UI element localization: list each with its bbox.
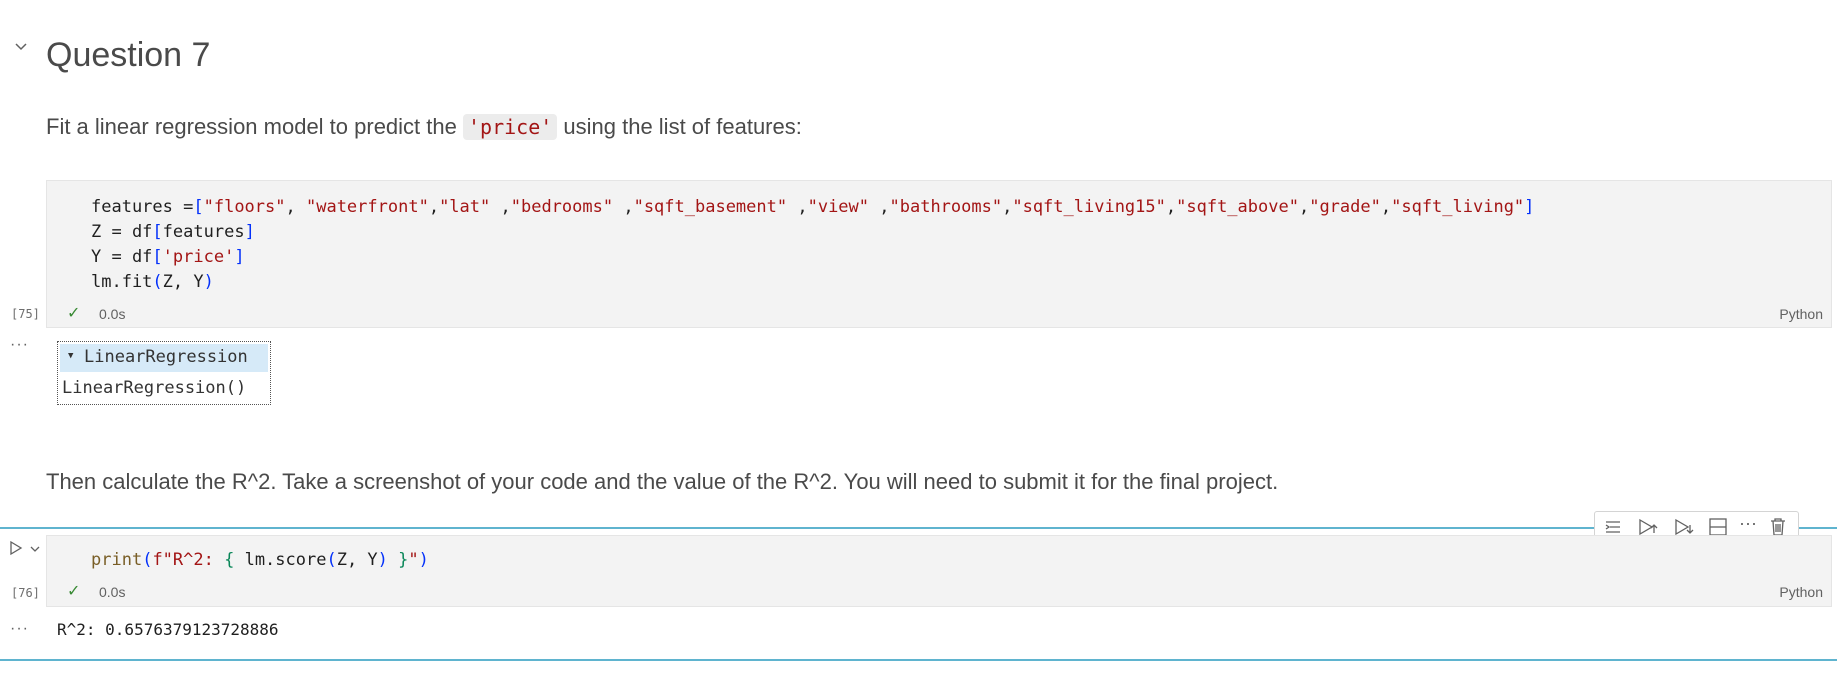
expand-triangle-icon: ▼ xyxy=(68,351,74,361)
check-icon: ✓ xyxy=(67,583,81,600)
run-cell-icon[interactable] xyxy=(8,540,24,556)
output-more-icon[interactable]: ··· xyxy=(10,336,29,354)
cell-focus-border-bottom xyxy=(0,659,1837,661)
code-cell-2[interactable]: print(f"R^2: { lm.score(Z, Y) }") ✓ 0.0s… xyxy=(46,535,1832,607)
section-heading: Question 7 xyxy=(46,36,211,74)
estimator-widget-header[interactable]: ▼ LinearRegression xyxy=(60,344,268,372)
intro-text-before: Fit a linear regression model to predict… xyxy=(46,114,463,139)
more-actions-icon[interactable]: ··· xyxy=(1735,513,1761,537)
estimator-widget[interactable]: ▼ LinearRegression LinearRegression() xyxy=(57,341,271,405)
cell-output-text: R^2: 0.6576379123728886 xyxy=(57,620,279,639)
code-cell-1[interactable]: features =["floors", "waterfront","lat" … xyxy=(46,180,1832,328)
cell-duration: 0.0s xyxy=(99,584,126,600)
estimator-name: LinearRegression xyxy=(84,347,248,367)
collapse-section-icon[interactable] xyxy=(14,40,34,60)
code-editor-1[interactable]: features =["floors", "waterfront","lat" … xyxy=(91,195,1534,295)
cell-focus-border-top xyxy=(0,527,1837,529)
intro-text-after: using the list of features: xyxy=(557,114,802,139)
estimator-repr: LinearRegression() xyxy=(62,378,247,398)
cell-language[interactable]: Python xyxy=(1779,306,1823,322)
cell-language[interactable]: Python xyxy=(1779,584,1823,600)
instruction-paragraph: Then calculate the R^2. Take a screensho… xyxy=(46,469,1279,494)
run-options-chevron-icon[interactable] xyxy=(29,542,41,554)
output-more-icon[interactable]: ··· xyxy=(10,620,29,638)
code-editor-2[interactable]: print(f"R^2: { lm.score(Z, Y) }") xyxy=(91,548,429,573)
execution-count: [76] xyxy=(11,586,40,600)
execution-count: [75] xyxy=(11,307,40,321)
cell-duration: 0.0s xyxy=(99,306,126,322)
check-icon: ✓ xyxy=(67,305,81,322)
intro-paragraph: Fit a linear regression model to predict… xyxy=(46,114,802,140)
inline-code-price: 'price' xyxy=(462,114,558,140)
